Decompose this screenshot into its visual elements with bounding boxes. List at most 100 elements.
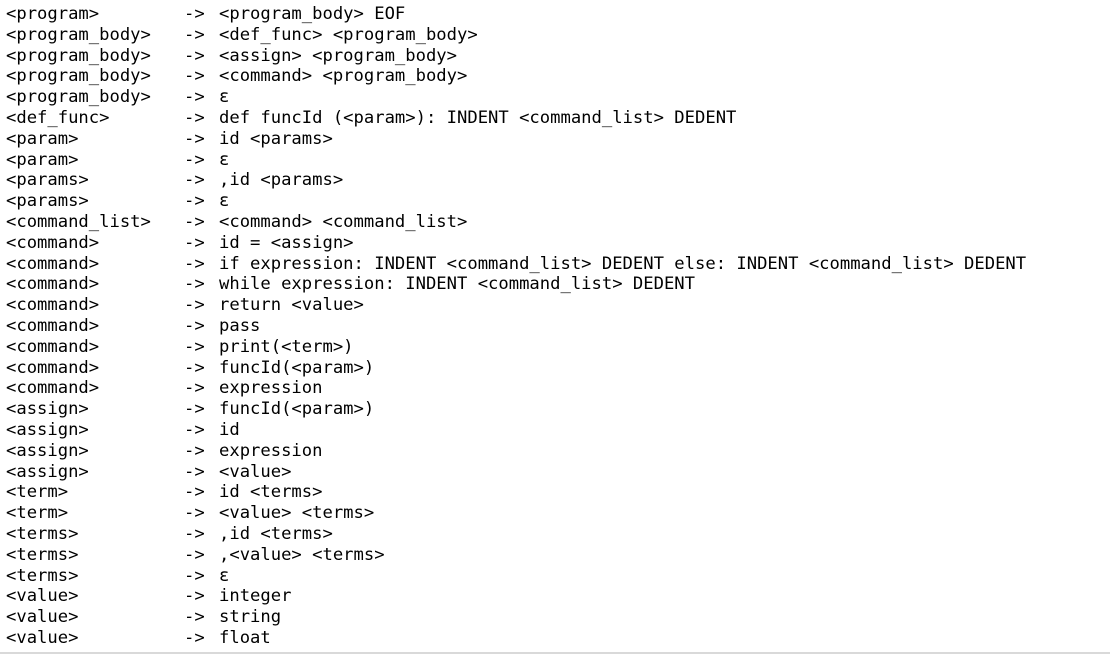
rule-rhs: ,id <params> [219,170,344,191]
rule-arrow: -> [184,378,205,399]
rule-rhs: <assign> <program_body> [219,45,457,66]
rule-lhs: <command> [6,253,100,274]
rule-lhs: <def_func> [6,107,110,128]
rule-lhs: <value> [6,627,79,648]
rule-arrow: -> [184,295,205,316]
grammar-rule: <command> -> expression [6,378,1026,399]
grammar-rule: <command> -> if expression: INDENT <comman… [6,254,1026,275]
rule-lhs: <command> [6,336,100,357]
grammar-rule: <params> -> ε [6,191,1026,212]
grammar-rule: <command> -> return <value> [6,295,1026,316]
rule-rhs: integer [219,586,292,607]
rule-rhs: ε [219,565,230,586]
rule-lhs: <params> [6,191,89,212]
rule-arrow: -> [184,336,205,357]
rule-lhs: <program_body> [6,87,151,108]
grammar-rule: <program_body> -> <assign> <program_body> [6,46,1026,67]
rule-lhs: <command> [6,378,100,399]
rule-rhs: <command> <program_body> [219,66,468,87]
rule-rhs: print(<term>) [219,336,354,357]
rule-lhs: <command> [6,357,100,378]
rule-lhs: <terms> [6,523,79,544]
grammar-rule: <value> -> integer [6,586,1026,607]
rule-arrow: -> [184,461,205,482]
rule-arrow: -> [184,503,205,524]
rule-lhs: <params> [6,170,89,191]
rule-rhs: <value> [219,461,292,482]
grammar-rule: <param> -> ε [6,150,1026,171]
rule-arrow: -> [184,627,205,648]
rule-rhs: float [219,627,271,648]
rule-rhs: expression [219,378,323,399]
rule-rhs: ε [219,87,230,108]
rule-lhs: <program_body> [6,24,151,45]
grammar-rule-list: <program> -> <program_body> EOF <program_b… [6,4,1026,649]
grammar-rule: <program> -> <program_body> EOF [6,4,1026,25]
grammar-rule: <assign> -> <value> [6,462,1026,483]
grammar-rule: <program_body> -> <def_func> <program_body… [6,25,1026,46]
grammar-rule: <program_body> -> ε [6,87,1026,108]
rule-lhs: <command> [6,315,100,336]
grammar-rule: <params> -> ,id <params> [6,170,1026,191]
rule-arrow: -> [184,586,205,607]
rule-arrow: -> [184,315,205,336]
grammar-rule: <value> -> float [6,628,1026,649]
rule-lhs: <command> [6,232,100,253]
rule-arrow: -> [184,24,205,45]
rule-lhs: <command> [6,274,100,295]
rule-rhs: expression [219,440,323,461]
rule-lhs: <term> [6,482,69,503]
rule-rhs: if expression: INDENT <command_list> DED… [219,253,1027,274]
rule-rhs: id [219,419,240,440]
rule-lhs: <value> [6,607,79,628]
grammar-rule: <command> -> funcId(<param>) [6,358,1026,379]
rule-arrow: -> [184,170,205,191]
grammar-rule: <program_body> -> <command> <program_body> [6,66,1026,87]
grammar-rule: <command> -> while expression: INDENT <com… [6,274,1026,295]
rule-rhs: ε [219,191,230,212]
rule-arrow: -> [184,232,205,253]
rule-rhs: id <terms> [219,482,323,503]
rule-arrow: -> [184,211,205,232]
rule-arrow: -> [184,607,205,628]
rule-rhs: return <value> [219,295,364,316]
rule-arrow: -> [184,544,205,565]
rule-rhs: <command> <command_list> [219,211,468,232]
grammar-rule: <terms> -> ,<value> <terms> [6,545,1026,566]
rule-rhs: id = <assign> [219,232,354,253]
rule-arrow: -> [184,482,205,503]
rule-rhs: funcId(<param>) [219,399,375,420]
rule-lhs: <value> [6,586,79,607]
rule-rhs: funcId(<param>) [219,357,375,378]
rule-rhs: ε [219,149,230,170]
rule-arrow: -> [184,357,205,378]
grammar-rule: <value> -> string [6,607,1026,628]
rule-arrow: -> [184,107,205,128]
rule-arrow: -> [184,253,205,274]
rule-arrow: -> [184,565,205,586]
grammar-rule: <command_list> -> <command> <command_list> [6,212,1026,233]
rule-lhs: <command> [6,295,100,316]
grammar-rule: <command> -> id = <assign> [6,233,1026,254]
rule-lhs: <assign> [6,399,89,420]
rule-lhs: <terms> [6,565,79,586]
rule-lhs: <program_body> [6,45,151,66]
grammar-rule: <param> -> id <params> [6,129,1026,150]
rule-arrow: -> [184,399,205,420]
rule-rhs: <value> <terms> [219,503,375,524]
rule-rhs: <def_func> <program_body> [219,24,478,45]
rule-rhs: ,<value> <terms> [219,544,385,565]
grammar-rule: <command> -> pass [6,316,1026,337]
grammar-rule: <def_func> -> def funcId (<param>): INDENT… [6,108,1026,129]
grammar-rule: <term> -> id <terms> [6,482,1026,503]
grammar-rule: <assign> -> funcId(<param>) [6,399,1026,420]
grammar-rule: <term> -> <value> <terms> [6,503,1026,524]
rule-arrow: -> [184,274,205,295]
rule-arrow: -> [184,128,205,149]
rule-lhs: <program> [6,4,100,24]
rule-arrow: -> [184,440,205,461]
grammar-rule: <terms> -> ,id <terms> [6,524,1026,545]
rule-rhs: while expression: INDENT <command_list> … [219,274,695,295]
grammar-rule: <assign> -> id [6,420,1026,441]
rule-lhs: <assign> [6,440,89,461]
